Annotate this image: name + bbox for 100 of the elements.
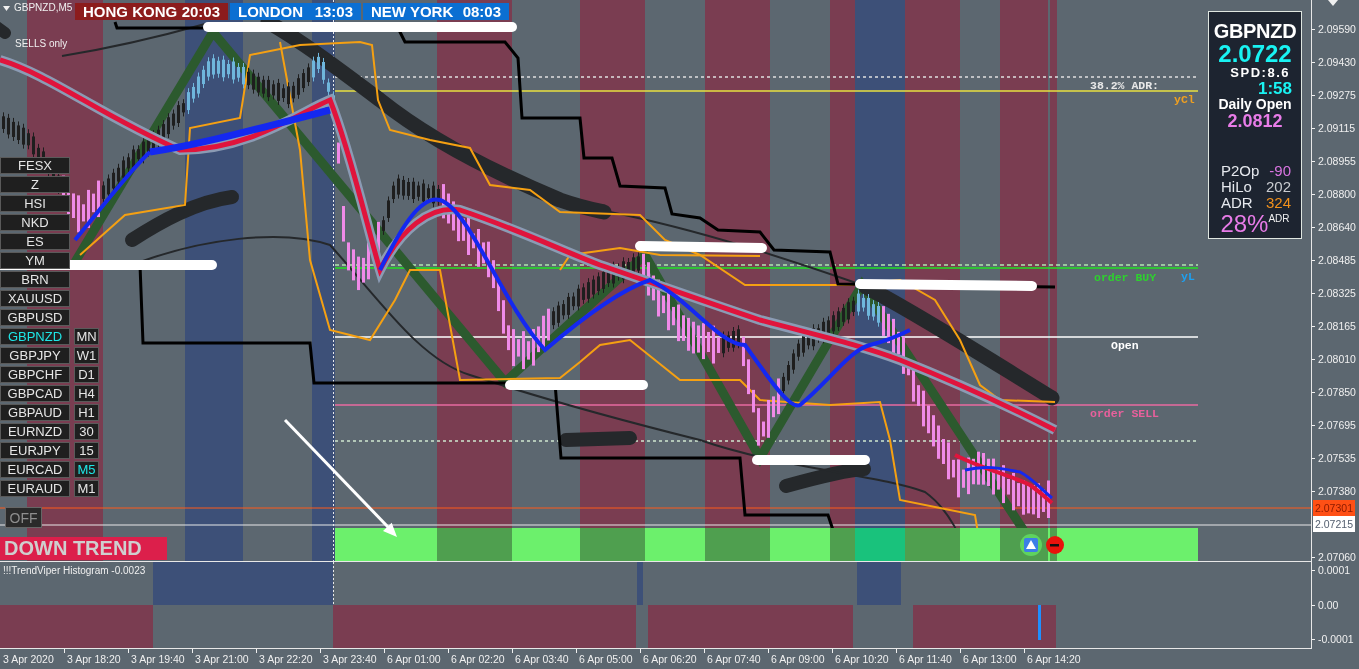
- triangle-icon: [1328, 0, 1338, 6]
- session-time: 20:03: [181, 3, 220, 20]
- price-tick-label: 2.09115: [1318, 121, 1356, 134]
- time-tick-label: 6 Apr 05:00: [579, 653, 633, 665]
- stat-label: ADR: [1221, 195, 1253, 211]
- time-tick-label: 3 Apr 2020: [3, 653, 54, 665]
- time-tick-label: 6 Apr 07:40: [707, 653, 761, 665]
- symbol-button[interactable]: ES: [0, 233, 70, 250]
- symbol-button[interactable]: EURCAD: [0, 461, 70, 478]
- time-tick-label: 6 Apr 13:00: [963, 653, 1017, 665]
- level-label: Open: [1111, 339, 1139, 353]
- price-tick-label: 2.08325: [1318, 286, 1356, 299]
- symbol-button[interactable]: GBPAUD: [0, 404, 70, 421]
- price-tick-label: 2.07850: [1318, 385, 1356, 398]
- time-tick-label: 3 Apr 23:40: [323, 653, 377, 665]
- timeframe-button[interactable]: 15: [74, 442, 99, 459]
- current-price: 2.0722: [1218, 42, 1292, 66]
- price-tick-label: 2.08165: [1318, 319, 1356, 332]
- price-tick-label: 2.08955: [1318, 154, 1356, 167]
- time-tick-label: 6 Apr 09:00: [771, 653, 825, 665]
- price-tick-label: 2.08640: [1318, 220, 1356, 233]
- level-label: yCl: [1174, 93, 1195, 107]
- level-label: order BUY: [1094, 271, 1157, 285]
- trend-banner: DOWN TREND: [0, 537, 167, 560]
- symbol-button[interactable]: EURJPY: [0, 442, 70, 459]
- level-label: 38.2% ADR:: [1090, 79, 1159, 93]
- symbol-button[interactable]: HSI: [0, 195, 70, 212]
- adr-suffix: ADR: [1268, 213, 1290, 224]
- price-tick-label: 2.07695: [1318, 418, 1356, 431]
- histogram-tick-label: -0.0001: [1318, 633, 1354, 645]
- symbol-button[interactable]: EURAUD: [0, 480, 70, 497]
- symbol-button[interactable]: GBPJPY: [0, 347, 70, 364]
- stat-value: 324: [1265, 195, 1291, 211]
- price-tick-label: 2.09590: [1318, 22, 1356, 35]
- time-tick-label: 6 Apr 03:40: [515, 653, 569, 665]
- timeframe-button[interactable]: M5: [74, 461, 99, 478]
- session-name: LONDON: [238, 3, 303, 20]
- mode-label: SELLS only: [15, 38, 68, 50]
- session-time: 13:03: [314, 3, 353, 20]
- symbol-button[interactable]: BRN: [0, 271, 70, 288]
- adr-percent: 28%: [1220, 211, 1269, 237]
- symbol-name: GBPNZD: [1213, 20, 1297, 42]
- daily-open-label: Daily Open: [1218, 97, 1292, 112]
- symbol-button[interactable]: Z: [0, 176, 70, 193]
- timeframe-button[interactable]: H4: [74, 385, 99, 402]
- symbol-button[interactable]: GBPCHF: [0, 366, 70, 383]
- stat-label: HiLo: [1221, 179, 1252, 195]
- no-entry-icon: [1046, 536, 1064, 554]
- time-tick-label: 6 Apr 06:20: [643, 653, 697, 665]
- current-price-tag: 2.07301: [1315, 501, 1353, 514]
- histogram-tick-label: 0.00: [1318, 598, 1339, 611]
- level-label: order SELL: [1090, 407, 1159, 421]
- price-tick-label: 2.07060: [1318, 550, 1356, 562]
- bar-timer: 1:58: [1257, 80, 1292, 97]
- timeframe-button[interactable]: H1: [74, 404, 99, 421]
- timeframe-button[interactable]: D1: [74, 366, 99, 383]
- stat-label: P2Op: [1221, 163, 1260, 179]
- symbol-button[interactable]: FESX: [0, 157, 70, 174]
- time-tick-label: 6 Apr 11:40: [899, 653, 952, 665]
- time-tick-label: 3 Apr 21:00: [195, 653, 249, 665]
- symbol-button[interactable]: GBPUSD: [0, 309, 70, 326]
- time-tick-label: 6 Apr 02:20: [451, 653, 505, 665]
- price-tick-label: 2.07535: [1318, 451, 1356, 464]
- timeframe-button[interactable]: 30: [74, 423, 99, 440]
- level-price-tag: 2.07215: [1315, 517, 1353, 530]
- symbol-button[interactable]: EURNZD: [0, 423, 70, 440]
- price-tick-label: 2.09275: [1318, 88, 1356, 101]
- timeframe-button[interactable]: M1: [74, 480, 99, 497]
- spread-label: SPD:8.6: [1230, 66, 1290, 80]
- timeframe-button[interactable]: W1: [74, 347, 99, 364]
- symbol-button[interactable]: XAUUSD: [0, 290, 70, 307]
- symbol-button[interactable]: GBPNZD: [0, 328, 70, 345]
- time-tick-label: 3 Apr 22:20: [259, 653, 313, 665]
- chart-title: GBPNZD,M5: [14, 2, 73, 14]
- time-tick-label: 6 Apr 01:00: [387, 653, 441, 665]
- timeframe-button[interactable]: MN: [74, 328, 99, 345]
- triangle-badge-icon: [1020, 534, 1042, 556]
- price-tick-label: 2.08485: [1318, 253, 1356, 266]
- session-name: NEW YORK: [371, 3, 454, 20]
- price-tick-label: 2.07380: [1318, 484, 1356, 497]
- symbol-button[interactable]: GBPCAD: [0, 385, 70, 402]
- indicator-title: !!!TrendViper Histogram -0.0023: [3, 565, 146, 577]
- symbol-button[interactable]: YM: [0, 252, 70, 269]
- level-label: yL: [1181, 270, 1195, 284]
- stat-value: 202: [1265, 179, 1291, 195]
- price-tick-label: 2.09430: [1318, 55, 1356, 68]
- time-tick-label: 6 Apr 10:20: [835, 653, 889, 665]
- time-tick-label: 6 Apr 14:20: [1027, 653, 1081, 665]
- toggle-button[interactable]: OFF: [5, 507, 42, 528]
- session-time: 08:03: [462, 3, 501, 20]
- daily-open-price: 2.0812: [1227, 112, 1283, 130]
- symbol-button[interactable]: NKD: [0, 214, 70, 231]
- stat-value: -90: [1269, 163, 1291, 179]
- price-tick-label: 2.08010: [1318, 352, 1356, 365]
- session-name: HONG KONG: [83, 3, 178, 20]
- price-tick-label: 2.08800: [1318, 187, 1356, 200]
- caret-icon[interactable]: [3, 5, 10, 11]
- histogram-tick-label: 0.0001: [1318, 564, 1351, 576]
- time-tick-label: 3 Apr 19:40: [131, 653, 185, 665]
- time-tick-label: 3 Apr 18:20: [67, 653, 121, 665]
